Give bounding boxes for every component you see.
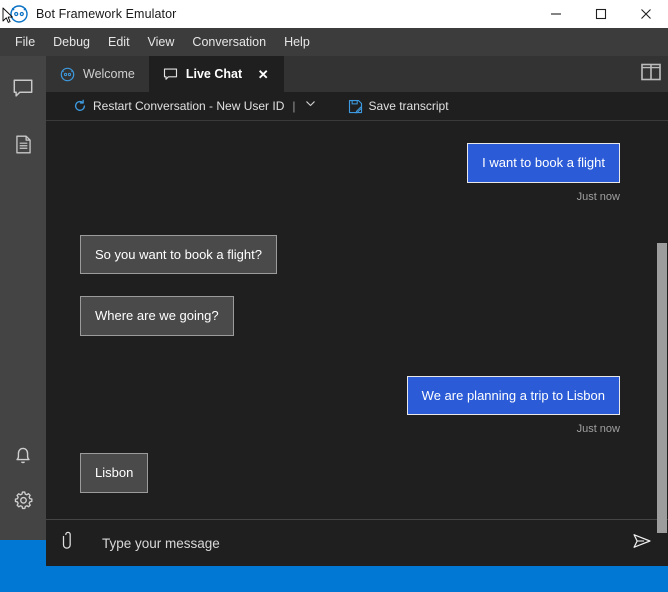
message-bubble[interactable]: So you want to book a flight? — [80, 234, 277, 275]
app-body: Welcome Live Chat ✕ Restart Conversation… — [0, 56, 668, 566]
close-button[interactable] — [623, 0, 668, 28]
restart-circular-arrow-icon — [72, 99, 87, 114]
message-row-user-1: I want to book a flight Just now — [80, 143, 620, 203]
status-bar — [0, 566, 668, 592]
message-timestamp: Just now — [576, 423, 620, 436]
document-icon — [13, 134, 34, 160]
chat-toolbar: Restart Conversation - New User ID | Sav… — [46, 92, 668, 121]
paperclip-icon — [59, 531, 79, 556]
menu-debug[interactable]: Debug — [44, 31, 99, 53]
message-bubble[interactable]: Where are we going? — [80, 296, 234, 336]
rail-item-resources[interactable] — [0, 124, 46, 170]
split-panel-icon — [641, 63, 661, 86]
title-bar: Bot Framework Emulator — [0, 0, 668, 28]
message-row-bot-2: Where are we going? — [80, 296, 620, 336]
menu-file[interactable]: File — [6, 31, 44, 53]
toolbar-divider: | — [292, 99, 296, 113]
tab-strip-spacer — [284, 56, 634, 92]
tab-welcome[interactable]: Welcome — [46, 56, 149, 92]
menu-edit[interactable]: Edit — [99, 31, 139, 53]
chat-bubble-icon — [163, 67, 178, 82]
rail-status-strip — [0, 540, 46, 566]
message-gap — [80, 435, 620, 453]
message-row-bot-3: Lisbon — [80, 453, 620, 493]
scrollbar-thumb[interactable] — [657, 243, 667, 533]
message-bubble[interactable]: We are planning a trip to Lisbon — [406, 375, 620, 416]
tab-live-chat-label: Live Chat — [185, 67, 243, 81]
chevron-down-icon — [304, 97, 317, 115]
rail-item-chat[interactable] — [0, 68, 46, 114]
bot-circle-icon — [60, 67, 75, 82]
menu-bar: File Debug Edit View Conversation Help — [0, 28, 668, 56]
transcript-area: I want to book a flight Just now So you … — [46, 121, 668, 533]
message-input[interactable]: Type your message — [92, 536, 616, 551]
window-title: Bot Framework Emulator — [36, 7, 177, 21]
rail-item-notifications[interactable] — [0, 434, 46, 480]
message-gap — [80, 274, 620, 296]
message-row-user-2: We are planning a trip to Lisbon Just no… — [80, 375, 620, 436]
menu-conversation[interactable]: Conversation — [183, 31, 275, 53]
message-timestamp: Just now — [576, 190, 620, 203]
restart-options-dropdown[interactable] — [302, 97, 320, 115]
maximize-button[interactable] — [578, 0, 623, 28]
main-panel: Welcome Live Chat ✕ Restart Conversation… — [46, 56, 668, 566]
tab-strip: Welcome Live Chat ✕ — [46, 56, 668, 92]
message-row-bot-1: So you want to book a flight? — [80, 234, 620, 275]
minimize-button[interactable] — [533, 0, 578, 28]
send-paper-plane-icon — [630, 531, 654, 556]
window-controls — [533, 0, 668, 28]
message-composer: Type your message — [46, 519, 668, 566]
split-panel-toggle-button[interactable] — [634, 56, 668, 92]
restart-conversation-label: Restart Conversation - New User ID — [93, 99, 285, 113]
attach-file-button[interactable] — [46, 520, 92, 566]
tab-live-chat[interactable]: Live Chat ✕ — [148, 56, 285, 92]
save-transcript-icon — [348, 99, 363, 114]
transcript-scrollbar[interactable] — [656, 121, 668, 533]
save-transcript-label: Save transcript — [368, 99, 449, 113]
rail-item-settings[interactable] — [0, 480, 46, 526]
gear-icon — [12, 489, 35, 517]
app-window: Bot Framework Emulator File Debug Edit V… — [0, 0, 668, 592]
restart-conversation-button[interactable]: Restart Conversation - New User ID — [72, 99, 284, 114]
bell-icon — [12, 444, 34, 471]
message-list: I want to book a flight Just now So you … — [46, 121, 656, 519]
menu-help[interactable]: Help — [275, 31, 319, 53]
close-icon[interactable]: ✕ — [256, 67, 270, 81]
save-transcript-button[interactable]: Save transcript — [348, 99, 449, 114]
message-gap — [80, 336, 620, 376]
message-bubble[interactable]: I want to book a flight — [467, 143, 620, 183]
left-rail — [0, 56, 46, 566]
message-bubble[interactable]: Lisbon — [80, 453, 149, 493]
menu-view[interactable]: View — [139, 31, 184, 53]
chat-bubble-icon — [12, 78, 34, 105]
message-gap — [80, 203, 620, 235]
bot-logo-icon — [10, 5, 28, 23]
tab-welcome-label: Welcome — [83, 67, 135, 81]
